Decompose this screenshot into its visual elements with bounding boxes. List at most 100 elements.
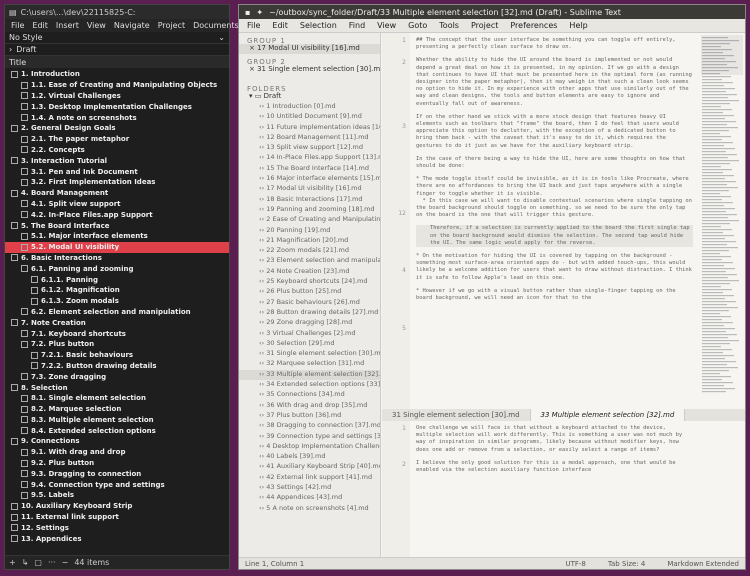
status-tab-size[interactable]: Tab Size: 4 <box>608 560 645 568</box>
style-selector[interactable]: No Style ⌄ <box>5 32 229 44</box>
file-item[interactable]: ‹› 4 Desktop Implementation Challenges <box>239 442 380 452</box>
checkbox-icon[interactable] <box>31 286 38 294</box>
file-item[interactable]: ‹› 21 Magnification [20].md <box>239 236 380 246</box>
add-icon[interactable]: + <box>9 558 16 567</box>
checkbox-icon[interactable] <box>21 114 28 122</box>
outline-row[interactable]: 5.2. Modal UI visibility <box>5 241 229 253</box>
editor-tab[interactable]: 33 Multiple element selection [32].md <box>530 409 686 421</box>
menu-item-1[interactable]: Edit <box>32 21 48 30</box>
checkbox-icon[interactable] <box>21 265 28 273</box>
checkbox-icon[interactable] <box>21 146 28 154</box>
outline-row[interactable]: 11. External link support <box>5 512 229 523</box>
outline-row[interactable]: 9. Connections <box>5 436 229 447</box>
checkbox-icon[interactable] <box>11 513 18 521</box>
file-item[interactable]: ‹› 31 Single element selection [30].md <box>239 349 380 359</box>
outline-row[interactable]: 10. Auxiliary Keyboard Strip <box>5 501 229 512</box>
bottom-editor-text[interactable]: One challenge we will face is that witho… <box>410 421 699 557</box>
file-item[interactable]: ‹› 14 In-Place Files.app Support [13].md <box>239 153 380 163</box>
outline-row[interactable]: 2.2. Concepts <box>5 145 229 156</box>
bottom-editor-pane[interactable]: 12 One challenge we will face is that wi… <box>382 421 745 557</box>
outline-row[interactable]: 9.1. With drag and drop <box>5 447 229 458</box>
checkbox-icon[interactable] <box>21 394 28 402</box>
menu-item-4[interactable]: Navigate <box>114 21 150 30</box>
more-icon[interactable]: ··· <box>48 558 56 567</box>
file-item[interactable]: ‹› 20 Panning [19].md <box>239 226 380 236</box>
checkbox-icon[interactable] <box>21 103 28 111</box>
checkbox-icon[interactable] <box>11 254 18 262</box>
document-icon[interactable]: ▢ <box>34 558 42 567</box>
file-item[interactable]: ‹› 42 External link support [41].md <box>239 473 380 483</box>
menu-item-4[interactable]: View <box>377 21 396 30</box>
checkbox-icon[interactable] <box>21 491 28 499</box>
file-item[interactable]: ‹› 22 Zoom modals [21].md <box>239 246 380 256</box>
checkbox-icon[interactable] <box>21 243 28 251</box>
minimap[interactable] <box>699 33 745 409</box>
checkbox-icon[interactable] <box>11 524 18 532</box>
menu-item-3[interactable]: Find <box>349 21 365 30</box>
outline-row[interactable]: 8.2. Marquee selection <box>5 404 229 415</box>
file-item[interactable]: ‹› 1 Introduction [0].md <box>239 102 380 112</box>
outline-row[interactable]: 7. Note Creation <box>5 317 229 328</box>
file-item[interactable]: ‹› 27 Basic behaviours [26].md <box>239 298 380 308</box>
menu-item-2[interactable]: Insert <box>56 21 79 30</box>
outline-row[interactable]: 6.1.1. Panning <box>5 274 229 285</box>
status-syntax[interactable]: Markdown Extended <box>667 560 739 568</box>
outline-row[interactable]: 9.5. Labels <box>5 490 229 501</box>
outline-row[interactable]: 8. Selection <box>5 382 229 393</box>
checkbox-icon[interactable] <box>11 384 18 391</box>
outline-row[interactable]: 9.3. Dragging to connection <box>5 468 229 479</box>
file-item[interactable]: ‹› 13 Split view support [12].md <box>239 143 380 153</box>
checkbox-icon[interactable] <box>31 351 38 359</box>
checkbox-icon[interactable] <box>21 373 28 381</box>
pin-icon[interactable]: ✦ <box>256 8 263 17</box>
menu-item-8[interactable]: Preferences <box>510 21 557 30</box>
checkbox-icon[interactable] <box>21 448 28 456</box>
file-item[interactable]: ‹› 44 Appendices [43].md <box>239 493 380 503</box>
file-item[interactable]: ‹› 11 Future implementation ideas [10].m… <box>239 123 380 133</box>
outline-row[interactable]: 3.1. Pen and Ink Document <box>5 166 229 177</box>
checkbox-icon[interactable] <box>21 405 28 413</box>
outline-row[interactable]: 9.2. Plus button <box>5 458 229 469</box>
checkbox-icon[interactable] <box>21 178 28 186</box>
file-item[interactable]: ‹› 39 Connection type and settings [38].… <box>239 432 380 442</box>
outline-row[interactable]: 8.1. Single element selection <box>5 393 229 404</box>
file-item[interactable]: ‹› 41 Auxiliary Keyboard Strip [40].md <box>239 462 380 472</box>
outline-row[interactable]: 3.2. First Implementation Ideas <box>5 177 229 188</box>
file-item[interactable]: ‹› 36 With drag and drop [35].md <box>239 401 380 411</box>
menu-item-6[interactable]: Documents <box>193 21 239 30</box>
outline-row[interactable]: 1.2. Virtual Challenges <box>5 91 229 102</box>
file-item[interactable]: ‹› 18 Basic Interactions [17].md <box>239 195 380 205</box>
file-item[interactable]: ‹› 28 Button drawing details [27].md <box>239 308 380 318</box>
open-file-item[interactable]: × 31 Single element selection [30].md <box>239 65 380 75</box>
outline-row[interactable]: 13. Appendices <box>5 533 229 544</box>
checkbox-icon[interactable] <box>21 340 28 348</box>
outline-row[interactable]: 6.1.2. Magnification <box>5 285 229 296</box>
file-item[interactable]: ‹› 25 Keyboard shortcuts [24].md <box>239 277 380 287</box>
checkbox-icon[interactable] <box>31 297 38 305</box>
close-icon[interactable]: × <box>249 44 257 52</box>
menu-item-3[interactable]: View <box>87 21 106 30</box>
outline-row[interactable]: 7.2.1. Basic behaviours <box>5 350 229 361</box>
menu-item-9[interactable]: Help <box>569 21 587 30</box>
checkbox-icon[interactable] <box>21 416 28 424</box>
outline-row[interactable]: 2. General Design Goals <box>5 123 229 134</box>
file-item[interactable]: ‹› 32 Marquee selection [31].md <box>239 359 380 369</box>
outline-row[interactable]: 8.3. Multiple element selection <box>5 415 229 426</box>
checkbox-icon[interactable] <box>31 276 38 284</box>
menu-item-1[interactable]: Edit <box>272 21 288 30</box>
outline-row[interactable]: 5. The Board Interface <box>5 220 229 231</box>
menu-item-0[interactable]: File <box>11 21 24 30</box>
checkbox-icon[interactable] <box>21 92 28 100</box>
file-item[interactable]: ‹› 24 Note Creation [23].md <box>239 267 380 277</box>
add-child-icon[interactable]: ↳ <box>22 558 29 567</box>
outline-row[interactable]: 12. Settings <box>5 522 229 533</box>
outline-row[interactable]: 8.4. Extended selection options <box>5 425 229 436</box>
outline-row[interactable]: 6.1.3. Zoom modals <box>5 296 229 307</box>
checkbox-icon[interactable] <box>11 502 18 510</box>
checkbox-icon[interactable] <box>21 427 28 435</box>
delete-icon[interactable]: − <box>62 558 69 567</box>
editor-tab[interactable]: 31 Single element selection [30].md <box>382 409 531 421</box>
top-editor-pane[interactable]: 1 2 3 12 4 5 ## The concept that the user int… <box>382 33 745 409</box>
menu-item-2[interactable]: Selection <box>300 21 337 30</box>
window-menu-icon[interactable]: ▪ <box>245 8 250 17</box>
